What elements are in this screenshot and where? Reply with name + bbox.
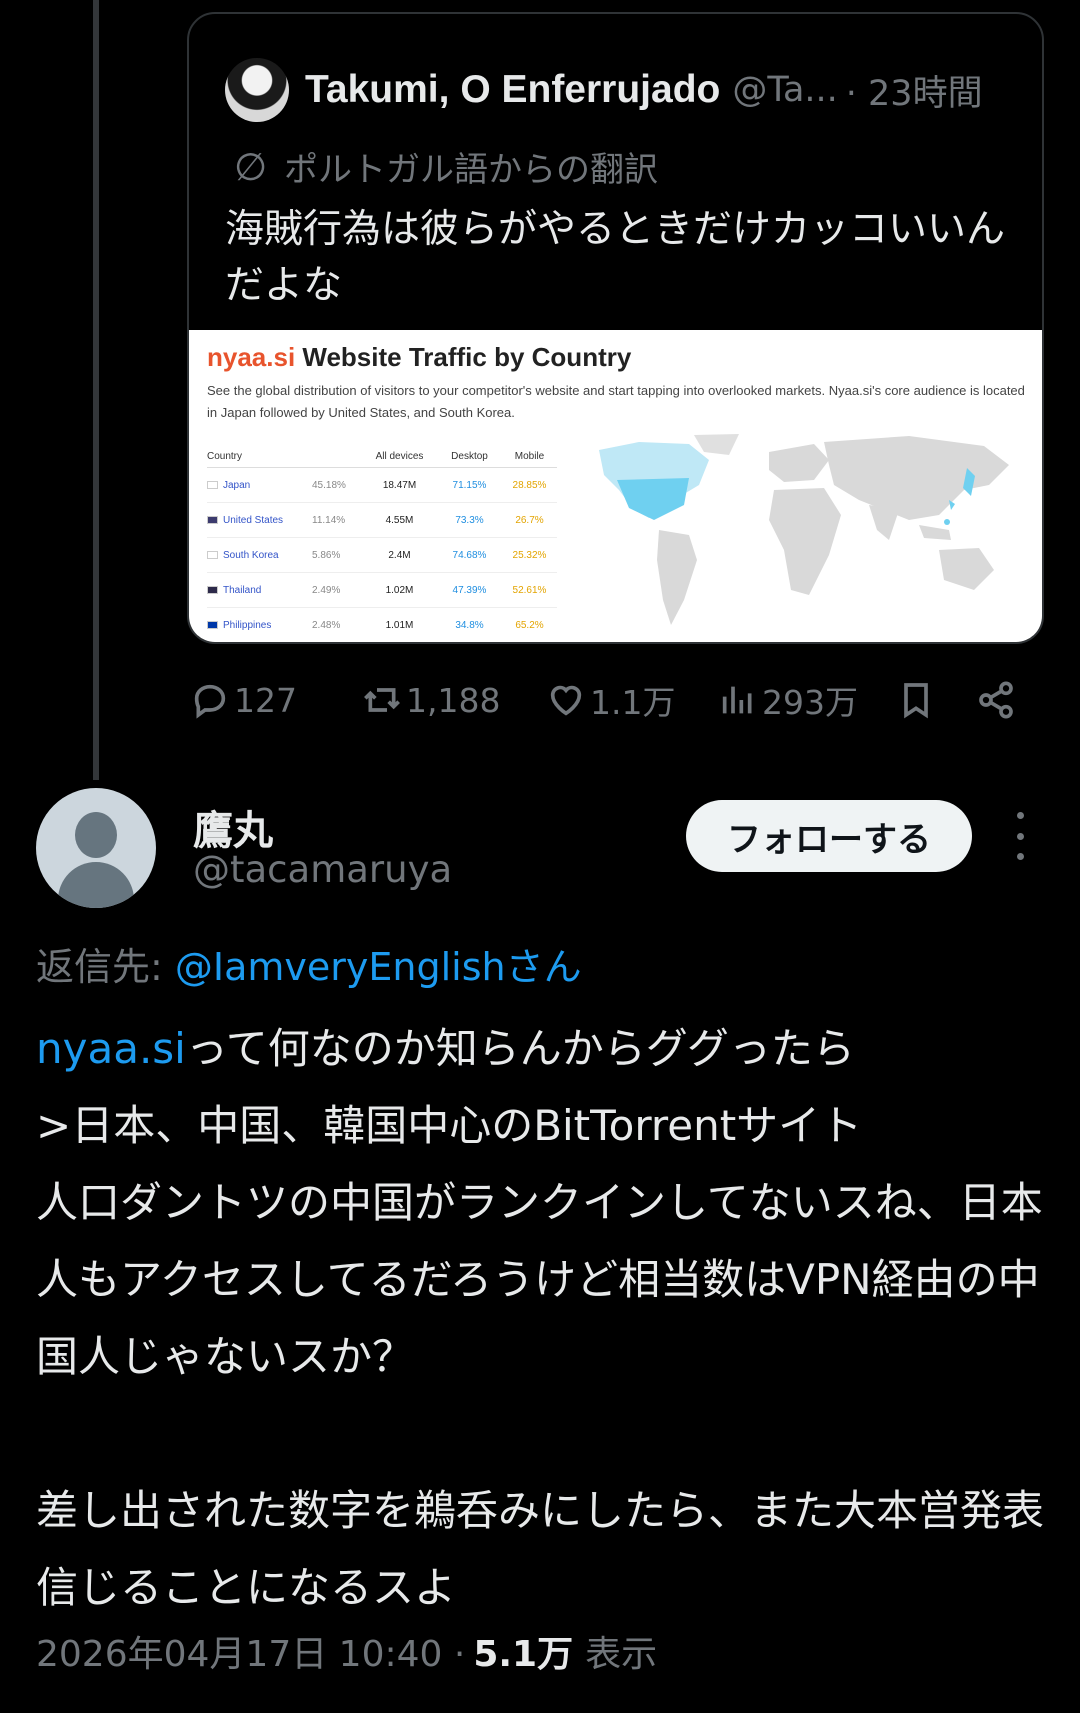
- translation-notice[interactable]: ∅ ポルトガル語からの翻訳: [234, 142, 658, 191]
- table-row: Philippines 2.48% 1.01M 34.8% 65.2%: [207, 608, 557, 642]
- reply-prefix: 返信先:: [36, 945, 175, 989]
- post-timestamp[interactable]: 2026年04月17日 10:40 ·: [36, 1625, 465, 1677]
- image-description: See the global distribution of visitors …: [207, 383, 1025, 420]
- row-desktop: 47.39%: [452, 584, 487, 596]
- row-country: Japan: [223, 479, 251, 491]
- bookmark-button[interactable]: [896, 672, 940, 728]
- thread-line: [93, 0, 99, 780]
- row-all: 1.02M: [385, 584, 414, 596]
- header-all-devices: All devices: [375, 451, 424, 462]
- author-handle[interactable]: @tacamaruya: [193, 848, 452, 891]
- row-all: 2.4M: [388, 549, 411, 561]
- more-icon: [1016, 812, 1024, 819]
- header-desktop: Desktop: [451, 451, 488, 462]
- like-button[interactable]: 1.1万: [546, 672, 675, 728]
- table-header: Country All devices Desktop Mobile: [207, 446, 557, 468]
- views-button[interactable]: 293万: [718, 672, 858, 728]
- row-desktop: 34.8%: [455, 619, 484, 631]
- post-meta: 2026年04月17日 10:40 · 5.1万 表示: [36, 1625, 657, 1677]
- reply-button[interactable]: 127: [190, 672, 297, 728]
- views-count: 293万: [762, 683, 858, 722]
- row-mobile: 65.2%: [515, 619, 544, 631]
- row-desktop: 74.68%: [452, 549, 487, 561]
- row-pct: 5.86%: [312, 549, 341, 561]
- row-pct: 2.48%: [312, 619, 341, 631]
- row-pct: 11.14%: [312, 514, 346, 526]
- bookmark-icon: [904, 683, 928, 719]
- post-view-label: 表示: [585, 1634, 658, 1675]
- repost-icon: [364, 688, 400, 712]
- quoted-author-handle[interactable]: @Ta...: [732, 70, 837, 110]
- quoted-author-name[interactable]: Takumi, O Enferrujado: [305, 68, 720, 112]
- author-avatar[interactable]: [36, 788, 156, 908]
- row-pct: 45.18%: [312, 479, 346, 491]
- row-desktop: 71.15%: [452, 479, 487, 491]
- row-country: United States: [223, 514, 284, 526]
- post-text: って何なのか知らんからググったら >日本、中国、韓国中心のBitTorrentサ…: [36, 1024, 1045, 1612]
- reply-icon: [194, 684, 226, 719]
- follow-button[interactable]: フォローする: [686, 800, 972, 872]
- row-country: Philippines: [223, 619, 272, 631]
- post-body: nyaa.siって何なのか知らんからググったら >日本、中国、韓国中心のBitT…: [36, 1010, 1046, 1626]
- quoted-tweet-time[interactable]: · 23時間: [846, 65, 983, 116]
- post-view-count: 5.1万: [473, 1634, 574, 1675]
- row-all: 1.01M: [385, 619, 414, 631]
- quoted-tweet-actions: 127 1,188 1.1万 293万: [190, 672, 1030, 728]
- translate-icon: ∅: [234, 144, 268, 189]
- row-all: 4.55M: [385, 514, 414, 526]
- post-link[interactable]: nyaa.si: [36, 1024, 186, 1073]
- share-icon: [979, 681, 1013, 719]
- table-row: South Korea 5.86% 2.4M 74.68% 25.32%: [207, 538, 557, 573]
- like-count: 1.1万: [590, 683, 676, 722]
- like-icon: [550, 685, 582, 716]
- traffic-table: Country All devices Desktop Mobile Japan…: [207, 446, 557, 642]
- image-brand: nyaa.si: [207, 342, 296, 372]
- reply-mention-link[interactable]: @IamveryEnglish: [175, 945, 506, 989]
- quoted-tweet-card[interactable]: Takumi, O Enferrujado @Ta... · 23時間 ∅ ポル…: [187, 12, 1044, 644]
- row-mobile: 25.32%: [512, 549, 547, 561]
- row-mobile: 28.85%: [512, 479, 547, 491]
- image-title-text: Website Traffic by Country: [295, 342, 632, 372]
- table-row: Japan 45.18% 18.47M 71.15% 28.85%: [207, 468, 557, 503]
- header-mobile: Mobile: [514, 451, 545, 462]
- row-desktop: 73.3%: [455, 514, 484, 526]
- reply-count: 127: [234, 680, 297, 720]
- row-mobile: 26.7%: [515, 514, 544, 526]
- repost-count: 1,188: [406, 680, 501, 720]
- row-all: 18.47M: [382, 479, 417, 491]
- quoted-tweet-image[interactable]: nyaa.si Website Traffic by Country See t…: [189, 330, 1042, 642]
- row-mobile: 52.61%: [512, 584, 547, 596]
- row-country: South Korea: [223, 549, 279, 561]
- reply-suffix: さん: [505, 945, 582, 989]
- reply-context: 返信先: @IamveryEnglishさん: [36, 936, 582, 991]
- quoted-author-avatar[interactable]: [225, 58, 289, 122]
- header-country: Country: [207, 451, 243, 462]
- more-options-button[interactable]: [1008, 812, 1032, 860]
- quoted-tweet-text: 海賊行為は彼らがやるときだけカッコいいんだよな: [225, 207, 1006, 308]
- table-row: United States 11.14% 4.55M 73.3% 26.7%: [207, 503, 557, 538]
- row-pct: 2.49%: [312, 584, 341, 596]
- repost-button[interactable]: 1,188: [362, 672, 500, 728]
- row-country: Thailand: [223, 584, 262, 596]
- share-button[interactable]: [976, 672, 1020, 728]
- views-icon: [722, 686, 752, 714]
- table-row: Thailand 2.49% 1.02M 47.39% 52.61%: [207, 573, 557, 608]
- image-title: nyaa.si Website Traffic by Country: [207, 342, 631, 373]
- quoted-tweet-header: Takumi, O Enferrujado @Ta... · 23時間: [225, 54, 983, 126]
- world-map: [599, 434, 1009, 625]
- translation-label: ポルトガル語からの翻訳: [284, 150, 658, 190]
